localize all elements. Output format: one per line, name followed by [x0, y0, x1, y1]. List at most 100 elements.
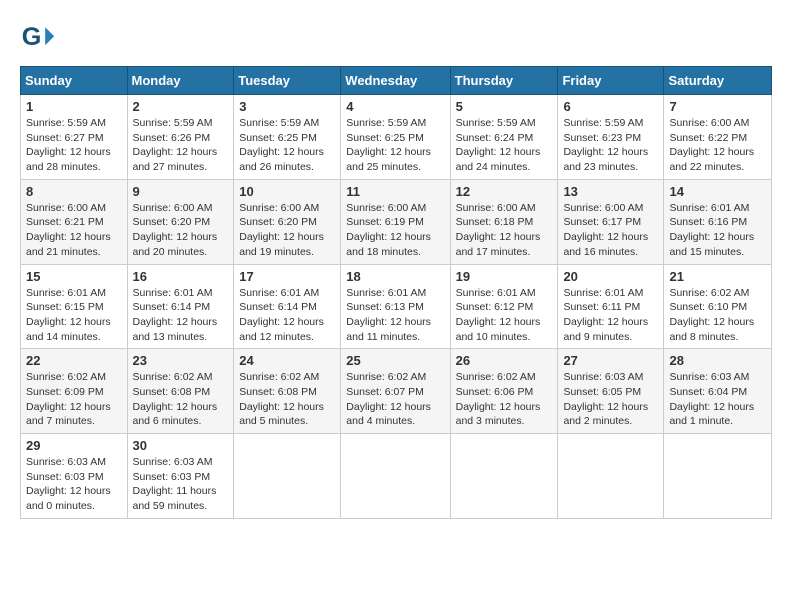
day-info: Sunrise: 6:01 AMSunset: 6:13 PMDaylight:… — [346, 286, 444, 345]
day-number: 22 — [26, 353, 122, 368]
day-info: Sunrise: 6:03 AMSunset: 6:03 PMDaylight:… — [133, 455, 229, 514]
day-info: Sunrise: 6:00 AMSunset: 6:21 PMDaylight:… — [26, 201, 122, 260]
day-info: Sunrise: 6:00 AMSunset: 6:19 PMDaylight:… — [346, 201, 444, 260]
day-number: 3 — [239, 99, 335, 114]
day-info: Sunrise: 6:01 AMSunset: 6:15 PMDaylight:… — [26, 286, 122, 345]
weekday-sunday: Sunday — [21, 67, 128, 95]
calendar-cell: 10Sunrise: 6:00 AMSunset: 6:20 PMDayligh… — [234, 179, 341, 264]
calendar-cell: 18 Sunrise: 6:01 AMSunset: 6:13 PMDayligh… — [341, 264, 450, 349]
svg-text:G: G — [22, 23, 42, 51]
weekday-thursday: Thursday — [450, 67, 558, 95]
calendar-cell: 24 Sunrise: 6:02 AMSunset: 6:08 PMDayligh… — [234, 349, 341, 434]
calendar-cell: 11 Sunrise: 6:00 AMSunset: 6:19 PMDayligh… — [341, 179, 450, 264]
day-info: Sunrise: 6:01 AMSunset: 6:16 PMDaylight:… — [669, 201, 766, 260]
calendar-cell: 13 Sunrise: 6:00 AMSunset: 6:17 PMDayligh… — [558, 179, 664, 264]
day-info: Sunrise: 5:59 AMSunset: 6:25 PMDaylight:… — [239, 116, 335, 175]
calendar-cell: 12Sunrise: 6:00 AMSunset: 6:18 PMDayligh… — [450, 179, 558, 264]
day-info: Sunrise: 6:01 AMSunset: 6:14 PMDaylight:… — [239, 286, 335, 345]
day-info: Sunrise: 5:59 AMSunset: 6:25 PMDaylight:… — [346, 116, 444, 175]
calendar-cell: 21Sunrise: 6:02 AMSunset: 6:10 PMDayligh… — [664, 264, 772, 349]
day-number: 24 — [239, 353, 335, 368]
day-info: Sunrise: 6:01 AMSunset: 6:12 PMDaylight:… — [456, 286, 553, 345]
calendar-cell — [341, 434, 450, 519]
day-info: Sunrise: 6:03 AMSunset: 6:05 PMDaylight:… — [563, 370, 658, 429]
calendar-cell: 17 Sunrise: 6:01 AMSunset: 6:14 PMDayligh… — [234, 264, 341, 349]
calendar-cell: 6Sunrise: 5:59 AMSunset: 6:23 PMDaylight… — [558, 95, 664, 180]
day-number: 27 — [563, 353, 658, 368]
day-number: 1 — [26, 99, 122, 114]
day-info: Sunrise: 6:02 AMSunset: 6:06 PMDaylight:… — [456, 370, 553, 429]
day-number: 5 — [456, 99, 553, 114]
calendar-cell: 30 Sunrise: 6:03 AMSunset: 6:03 PMDayligh… — [127, 434, 234, 519]
day-info: Sunrise: 6:02 AMSunset: 6:10 PMDaylight:… — [669, 286, 766, 345]
day-info: Sunrise: 6:03 AMSunset: 6:04 PMDaylight:… — [669, 370, 766, 429]
day-number: 17 — [239, 269, 335, 284]
day-number: 9 — [133, 184, 229, 199]
calendar-cell: 5 Sunrise: 5:59 AMSunset: 6:24 PMDaylight… — [450, 95, 558, 180]
day-info: Sunrise: 6:02 AMSunset: 6:07 PMDaylight:… — [346, 370, 444, 429]
day-number: 15 — [26, 269, 122, 284]
calendar-cell: 20 Sunrise: 6:01 AMSunset: 6:11 PMDayligh… — [558, 264, 664, 349]
weekday-friday: Friday — [558, 67, 664, 95]
calendar-cell: 8 Sunrise: 6:00 AMSunset: 6:21 PMDaylight… — [21, 179, 128, 264]
day-number: 29 — [26, 438, 122, 453]
calendar-cell: 3 Sunrise: 5:59 AMSunset: 6:25 PMDaylight… — [234, 95, 341, 180]
calendar-cell: 2 Sunrise: 5:59 AMSunset: 6:26 PMDaylight… — [127, 95, 234, 180]
day-info: Sunrise: 6:01 AMSunset: 6:11 PMDaylight:… — [563, 286, 658, 345]
day-number: 25 — [346, 353, 444, 368]
day-info: Sunrise: 6:01 AMSunset: 6:14 PMDaylight:… — [133, 286, 229, 345]
weekday-tuesday: Tuesday — [234, 67, 341, 95]
day-number: 26 — [456, 353, 553, 368]
calendar-cell: 16 Sunrise: 6:01 AMSunset: 6:14 PMDayligh… — [127, 264, 234, 349]
calendar-cell: 14 Sunrise: 6:01 AMSunset: 6:16 PMDayligh… — [664, 179, 772, 264]
calendar-cell: 26 Sunrise: 6:02 AMSunset: 6:06 PMDayligh… — [450, 349, 558, 434]
calendar-cell — [234, 434, 341, 519]
calendar-cell: 7Sunrise: 6:00 AMSunset: 6:22 PMDaylight… — [664, 95, 772, 180]
day-info: Sunrise: 5:59 AMSunset: 6:26 PMDaylight:… — [133, 116, 229, 175]
day-number: 7 — [669, 99, 766, 114]
day-number: 6 — [563, 99, 658, 114]
day-info: Sunrise: 6:03 AMSunset: 6:03 PMDaylight:… — [26, 455, 122, 514]
week-row-4: 22 Sunrise: 6:02 AMSunset: 6:09 PMDayligh… — [21, 349, 772, 434]
day-info: Sunrise: 6:00 AMSunset: 6:18 PMDaylight:… — [456, 201, 553, 260]
calendar-cell: 19Sunrise: 6:01 AMSunset: 6:12 PMDayligh… — [450, 264, 558, 349]
calendar-cell: 27 Sunrise: 6:03 AMSunset: 6:05 PMDayligh… — [558, 349, 664, 434]
week-row-2: 8 Sunrise: 6:00 AMSunset: 6:21 PMDaylight… — [21, 179, 772, 264]
calendar-cell: 25 Sunrise: 6:02 AMSunset: 6:07 PMDayligh… — [341, 349, 450, 434]
day-info: Sunrise: 6:00 AMSunset: 6:17 PMDaylight:… — [563, 201, 658, 260]
day-number: 11 — [346, 184, 444, 199]
day-number: 2 — [133, 99, 229, 114]
calendar-cell — [450, 434, 558, 519]
day-info: Sunrise: 6:00 AMSunset: 6:20 PMDaylight:… — [133, 201, 229, 260]
day-number: 30 — [133, 438, 229, 453]
calendar-cell: 22 Sunrise: 6:02 AMSunset: 6:09 PMDayligh… — [21, 349, 128, 434]
day-info: Sunrise: 6:00 AMSunset: 6:20 PMDaylight:… — [239, 201, 335, 260]
day-info: Sunrise: 6:02 AMSunset: 6:09 PMDaylight:… — [26, 370, 122, 429]
day-number: 28 — [669, 353, 766, 368]
logo: G — [20, 20, 58, 56]
day-number: 14 — [669, 184, 766, 199]
page-header: G — [20, 20, 772, 56]
weekday-wednesday: Wednesday — [341, 67, 450, 95]
calendar-cell: 4Sunrise: 5:59 AMSunset: 6:25 PMDaylight… — [341, 95, 450, 180]
calendar-cell: 9 Sunrise: 6:00 AMSunset: 6:20 PMDaylight… — [127, 179, 234, 264]
calendar-table: SundayMondayTuesdayWednesdayThursdayFrid… — [20, 66, 772, 519]
day-number: 8 — [26, 184, 122, 199]
calendar-cell: 1 Sunrise: 5:59 AMSunset: 6:27 PMDaylight… — [21, 95, 128, 180]
calendar-cell: 15 Sunrise: 6:01 AMSunset: 6:15 PMDayligh… — [21, 264, 128, 349]
logo-icon: G — [20, 20, 56, 56]
day-number: 20 — [563, 269, 658, 284]
day-number: 13 — [563, 184, 658, 199]
day-number: 18 — [346, 269, 444, 284]
day-info: Sunrise: 5:59 AMSunset: 6:27 PMDaylight:… — [26, 116, 122, 175]
calendar-cell — [664, 434, 772, 519]
week-row-5: 29 Sunrise: 6:03 AMSunset: 6:03 PMDayligh… — [21, 434, 772, 519]
day-number: 16 — [133, 269, 229, 284]
week-row-1: 1 Sunrise: 5:59 AMSunset: 6:27 PMDaylight… — [21, 95, 772, 180]
day-info: Sunrise: 6:02 AMSunset: 6:08 PMDaylight:… — [239, 370, 335, 429]
calendar-cell — [558, 434, 664, 519]
day-info: Sunrise: 5:59 AMSunset: 6:24 PMDaylight:… — [456, 116, 553, 175]
week-row-3: 15 Sunrise: 6:01 AMSunset: 6:15 PMDayligh… — [21, 264, 772, 349]
calendar-cell: 23Sunrise: 6:02 AMSunset: 6:08 PMDayligh… — [127, 349, 234, 434]
weekday-saturday: Saturday — [664, 67, 772, 95]
